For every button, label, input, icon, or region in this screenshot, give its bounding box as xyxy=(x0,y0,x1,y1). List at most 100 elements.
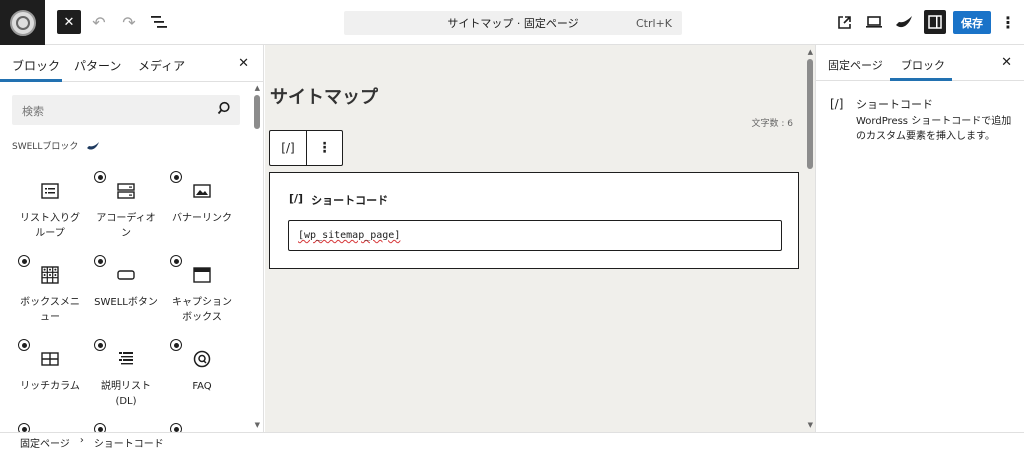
view-page-icon[interactable] xyxy=(834,10,854,34)
list-group-icon xyxy=(41,183,59,199)
block-label: リスト入りグ ループ xyxy=(20,213,80,239)
block-item-accordion[interactable]: アコーディオ ン xyxy=(88,169,164,253)
editor-canvas: サイトマップ 文字数 : 6 [/] ⋮ [/] ショートコード [wp_sit… xyxy=(265,45,815,432)
search-placeholder: 検索 xyxy=(22,105,44,118)
inserter-tabs: ブロック パターン メディア ✕ xyxy=(0,45,263,82)
block-label: 説明リスト (DL) xyxy=(101,381,151,407)
block-toolbar: [/] ⋮ xyxy=(269,130,343,166)
breadcrumb: 固定ページ › ショートコード xyxy=(20,435,164,450)
undo-button[interactable]: ↶ xyxy=(88,10,110,34)
block-item-partial[interactable] xyxy=(12,421,88,432)
swell-badge-icon xyxy=(170,423,182,432)
scroll-down-icon[interactable]: ▼ xyxy=(808,421,813,429)
scroll-down-icon[interactable]: ▼ xyxy=(255,421,260,429)
swell-badge-icon xyxy=(94,255,106,267)
tab-block[interactable]: ブロック xyxy=(901,57,945,73)
shortcode-icon: [/] xyxy=(289,192,304,205)
block-options-icon[interactable]: ⋮ xyxy=(307,131,342,165)
block-label: リッチカラム xyxy=(20,381,80,392)
tab-blocks[interactable]: ブロック xyxy=(12,57,60,74)
block-breadcrumb-bar: 固定ページ › ショートコード xyxy=(0,432,1024,450)
swell-badge-icon xyxy=(170,339,182,351)
block-label: ボックスメニ ュー xyxy=(20,297,80,323)
command-palette-button[interactable]: サイトマップ · 固定ページ Ctrl+K xyxy=(344,11,682,35)
settings-tabs: 固定ページ ブロック ✕ xyxy=(816,45,1024,81)
swell-badge-icon xyxy=(94,171,106,183)
scroll-up-icon[interactable]: ▲ xyxy=(808,48,813,56)
box-menu-icon xyxy=(41,266,59,284)
block-item-banner-link[interactable]: バナーリンク xyxy=(164,169,240,253)
shortcode-block-label: ショートコード xyxy=(311,194,389,207)
tab-page[interactable]: 固定ページ xyxy=(828,57,883,73)
site-icon xyxy=(9,9,36,36)
block-type-button[interactable]: [/] xyxy=(270,131,307,165)
swell-icon xyxy=(87,141,100,150)
block-item-rich-column[interactable]: リッチカラム xyxy=(12,337,88,421)
button-icon xyxy=(117,270,135,280)
scroll-up-icon[interactable]: ▲ xyxy=(255,84,260,92)
document-title: サイトマップ · 固定ページ xyxy=(447,17,579,30)
site-logo-button[interactable] xyxy=(0,0,45,45)
active-tab-indicator xyxy=(890,78,952,81)
preview-device-icon[interactable] xyxy=(864,10,884,34)
close-inserter-button[interactable]: ✕ xyxy=(57,10,81,34)
shortcode-block-header: [/] ショートコード xyxy=(289,192,388,208)
swell-badge-icon xyxy=(18,255,30,267)
settings-sidebar: 固定ページ ブロック ✕ [/] ショートコード WordPress ショートコ… xyxy=(815,45,1024,432)
block-label: アコーディオ ン xyxy=(96,213,156,239)
active-tab-indicator xyxy=(0,79,62,82)
page-title[interactable]: サイトマップ xyxy=(270,83,378,109)
editor-header: ✕ ↶ ↷ サイトマップ · 固定ページ Ctrl+K 保存 ⋮ xyxy=(0,0,1024,45)
block-search-input[interactable]: 検索 xyxy=(12,95,240,125)
swell-badge-icon xyxy=(94,339,106,351)
breadcrumb-item-shortcode[interactable]: ショートコード xyxy=(94,435,164,450)
save-button[interactable]: 保存 xyxy=(953,11,991,34)
caption-box-icon xyxy=(193,267,211,283)
block-label: バナーリンク xyxy=(172,213,232,224)
breadcrumb-item-page[interactable]: 固定ページ xyxy=(20,435,70,450)
settings-sidebar-icon[interactable] xyxy=(924,10,946,34)
block-item-faq[interactable]: FAQ xyxy=(164,337,240,421)
banner-link-icon xyxy=(193,184,211,198)
faq-icon xyxy=(193,350,211,368)
swell-badge-icon xyxy=(170,171,182,183)
swell-badge-icon xyxy=(18,339,30,351)
block-label: キャプション ボックス xyxy=(172,297,232,323)
block-item-swell-button[interactable]: SWELLボタン xyxy=(88,253,164,337)
character-count: 文字数 : 6 xyxy=(751,119,793,129)
shortcode-block[interactable]: [/] ショートコード [wp_sitemap_page] xyxy=(269,172,799,269)
accordion-icon xyxy=(117,183,135,199)
shortcut-hint: Ctrl+K xyxy=(635,16,672,30)
redo-button[interactable]: ↷ xyxy=(118,10,140,34)
swell-badge-icon xyxy=(94,423,106,432)
category-label: SWELLブロック xyxy=(12,142,79,152)
inserter-scrollbar[interactable] xyxy=(254,95,260,129)
block-card-description: WordPress ショートコードで追加のカスタム要素を挿入します。 xyxy=(856,116,1012,142)
block-item-partial[interactable] xyxy=(164,421,240,432)
canvas-scrollbar[interactable] xyxy=(807,59,813,169)
block-inserter-panel: ブロック パターン メディア ✕ 検索 SWELLブロック リスト入りグ ループ… xyxy=(0,45,264,432)
block-item-caption-box[interactable]: キャプション ボックス xyxy=(164,253,240,337)
block-item-list-group[interactable]: リスト入りグ ループ xyxy=(12,169,88,253)
swell-badge-icon xyxy=(18,423,30,432)
block-item-box-menu[interactable]: ボックスメニ ュー xyxy=(12,253,88,337)
block-item-partial[interactable] xyxy=(88,421,164,432)
shortcode-icon: [/] xyxy=(830,97,844,111)
tab-patterns[interactable]: パターン xyxy=(74,57,121,74)
category-heading: SWELLブロック xyxy=(12,139,100,152)
search-icon xyxy=(217,101,230,115)
swell-badge-icon xyxy=(170,255,182,267)
options-menu-icon[interactable]: ⋮ xyxy=(1000,10,1016,34)
close-icon[interactable]: ✕ xyxy=(238,56,249,71)
chevron-right-icon: › xyxy=(79,435,84,446)
block-card-title: ショートコード xyxy=(856,98,933,111)
close-icon[interactable]: ✕ xyxy=(1001,55,1012,70)
block-item-description-list[interactable]: 説明リスト (DL) xyxy=(88,337,164,421)
swell-icon[interactable] xyxy=(894,10,914,34)
shortcode-input[interactable]: [wp_sitemap_page] xyxy=(288,220,782,251)
list-view-button[interactable] xyxy=(148,10,170,34)
description-list-icon xyxy=(119,352,133,365)
tab-media[interactable]: メディア xyxy=(138,57,185,74)
shortcode-value: [wp_sitemap_page] xyxy=(298,230,401,241)
block-label: FAQ xyxy=(192,381,212,392)
